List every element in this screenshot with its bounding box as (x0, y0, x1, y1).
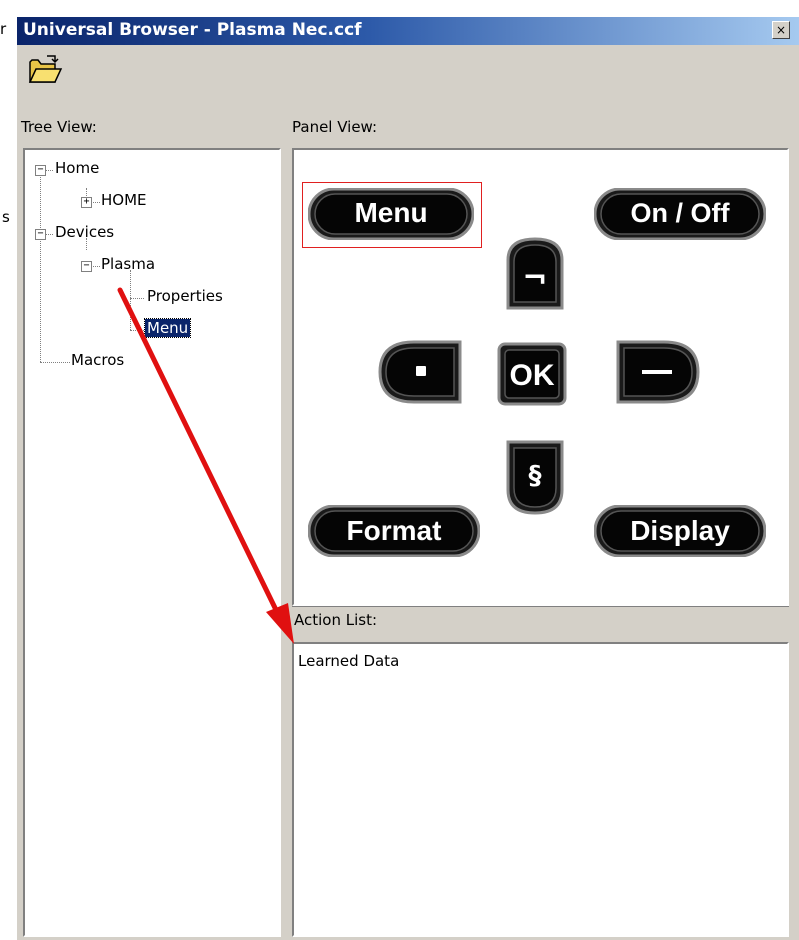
stray-text: r (0, 20, 7, 38)
tree-connector (45, 170, 53, 171)
collapse-toggle[interactable]: − (35, 229, 46, 240)
action-list[interactable]: Learned Data (292, 642, 789, 937)
tree-connector (91, 266, 100, 267)
tree-item-home-child[interactable]: HOME (101, 191, 147, 209)
open-file-button[interactable] (27, 53, 63, 87)
tree-item-plasma[interactable]: Plasma (101, 255, 155, 273)
display-button-label: Display (630, 515, 730, 546)
down-button[interactable]: § (504, 440, 566, 516)
tree-item-home[interactable]: Home (55, 159, 99, 177)
list-item[interactable]: Learned Data (298, 652, 399, 670)
tree-view-label: Tree View: (21, 118, 97, 136)
action-list-label: Action List: (294, 611, 378, 629)
tree-item-properties[interactable]: Properties (147, 287, 223, 305)
title-bar[interactable]: Universal Browser - Plasma Nec.ccf × (17, 17, 799, 45)
tree-connector (45, 234, 53, 235)
stray-text: s (2, 208, 10, 226)
collapse-toggle[interactable]: − (35, 165, 46, 176)
tree-item-menu[interactable]: Menu (143, 318, 192, 338)
left-button[interactable] (378, 340, 462, 404)
collapse-toggle[interactable]: − (81, 261, 92, 272)
tree-item-macros[interactable]: Macros (71, 351, 124, 369)
window-title: Universal Browser - Plasma Nec.ccf (23, 20, 362, 40)
up-button[interactable]: ¬ (504, 236, 566, 310)
action-list-header: Action List: (292, 606, 789, 632)
toolbar (17, 45, 799, 117)
close-button[interactable]: × (772, 21, 790, 39)
right-button[interactable] (616, 340, 700, 404)
expand-toggle[interactable]: + (81, 197, 92, 208)
tree-connector (40, 362, 70, 363)
menu-button[interactable]: Menu (308, 188, 474, 240)
down-icon: § (529, 461, 542, 491)
up-icon: ¬ (522, 261, 547, 296)
panel-view-label: Panel View: (292, 118, 378, 136)
ok-button[interactable]: OK (497, 342, 567, 406)
tree-item-devices[interactable]: Devices (55, 223, 114, 241)
menu-button-label: Menu (354, 197, 427, 228)
format-button-label: Format (347, 515, 442, 546)
display-button[interactable]: Display (594, 505, 766, 557)
tree-connector (91, 202, 100, 203)
folder-open-icon (28, 55, 63, 83)
tree-connector (130, 330, 144, 331)
panel-view: Menu On / Off ¬ OK § Format Display (292, 148, 789, 606)
on-off-button-label: On / Off (631, 198, 731, 228)
tree-view[interactable]: − Home + HOME − Devices − Plasma Propert… (23, 148, 281, 937)
format-button[interactable]: Format (308, 505, 480, 557)
ok-button-label: OK (510, 359, 555, 392)
universal-browser-window: Universal Browser - Plasma Nec.ccf × Tre… (16, 16, 799, 940)
tree-connector (130, 298, 144, 299)
tree-connector (40, 174, 41, 362)
on-off-button[interactable]: On / Off (594, 188, 766, 240)
tree-connector (130, 270, 131, 330)
close-icon: × (775, 23, 787, 37)
